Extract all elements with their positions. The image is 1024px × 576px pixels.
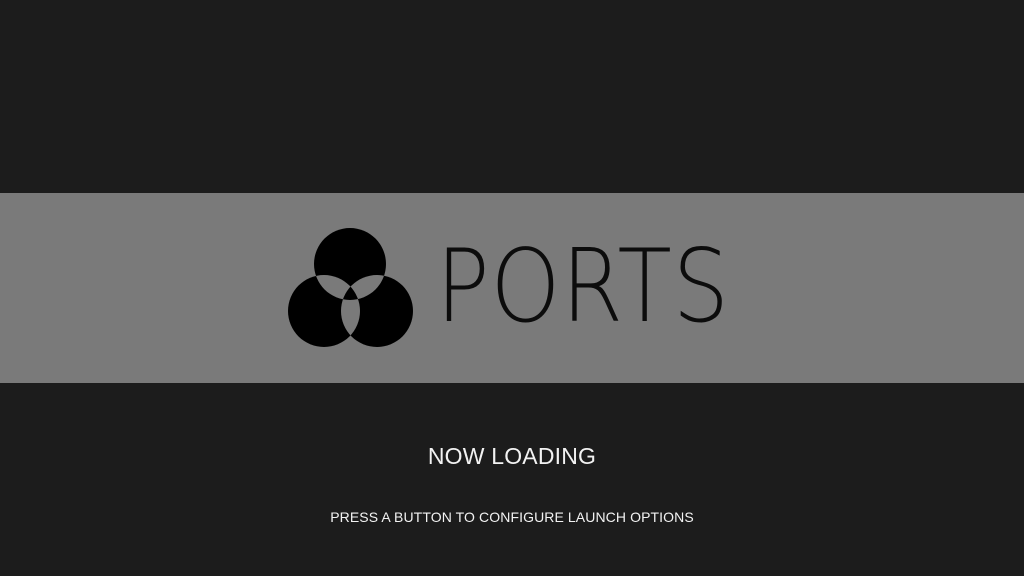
loading-status-text: NOW LOADING [427,443,597,469]
logo-wordmark: PORTS [436,227,730,345]
three-circles-logo-icon [288,228,413,347]
loading-screen: PORTS NOW LOADING PRESS A BUTTON TO CONF… [0,0,1024,576]
launch-options-hint: PRESS A BUTTON TO CONFIGURE LAUNCH OPTIO… [330,509,694,525]
